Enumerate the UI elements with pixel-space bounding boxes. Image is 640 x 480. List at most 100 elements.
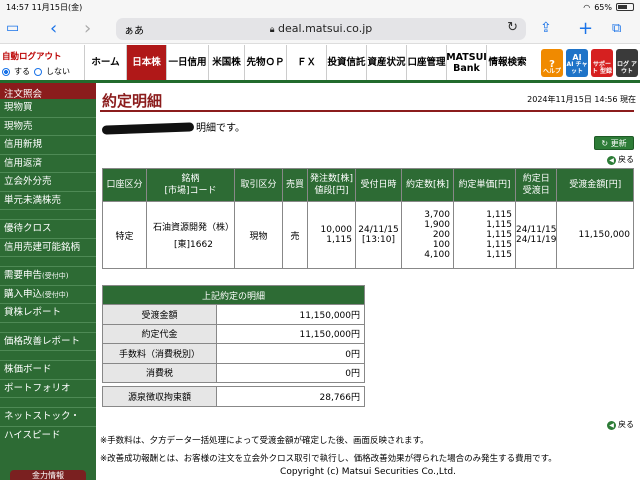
detail-value: 0円	[216, 343, 365, 364]
detail-value: 0円	[216, 362, 365, 383]
back-icon: ◀	[607, 421, 616, 430]
exec-date: 24/11/15	[516, 225, 557, 235]
sidebar-item[interactable]: 貸株レポート	[0, 304, 96, 323]
sidebar-item[interactable]: 信用新規	[0, 136, 96, 155]
ai-chat-icon[interactable]: AI AI チャット	[566, 49, 588, 77]
column-header: 約定日 受渡日	[514, 168, 558, 202]
detail-value: 11,150,000円	[216, 304, 365, 325]
detail-label: 源泉徴収拘束額	[102, 386, 217, 407]
address-bar[interactable]: ぁあ 🔒︎ deal.matsui.co.jp ↻	[116, 18, 526, 40]
exec-qty-line: 100	[432, 240, 450, 250]
column-header: 銘柄 [市場]コード	[146, 168, 235, 202]
sidebar-item[interactable]: ポートフォリオ	[0, 380, 96, 398]
back-arrow-icon[interactable]: ‹	[50, 17, 57, 39]
auto-logout-off-radio[interactable]	[34, 67, 42, 76]
sidebar-item[interactable]: 購入申込(受付中)	[0, 286, 96, 304]
main-content: 約定明細 2024年11月15日 14:56 現在 明細です。 ↻ 更新 ◀ 戻る…	[96, 83, 640, 480]
new-tab-icon[interactable]: +	[578, 17, 593, 39]
column-header: 受付日時	[355, 168, 402, 202]
tab-1[interactable]: 日本株	[126, 45, 166, 80]
note-item: ※改善成功報酬とは、お客様の注文を立会外クロス取引で執行し、価格改善効果が得られ…	[100, 454, 557, 464]
exec-price-line: 1,115	[486, 210, 512, 220]
tab-4[interactable]: 先物ＯＰ	[244, 45, 286, 80]
detail-label: 受渡金額	[102, 304, 217, 325]
title-underline	[100, 110, 634, 112]
sidebar-item-order-inquiry[interactable]: 注文照会	[0, 83, 96, 100]
column-header: 取引区分	[234, 168, 283, 202]
tab-6[interactable]: 投資信託	[326, 45, 366, 80]
sidebar-item[interactable]: 信用返済	[0, 155, 96, 173]
exec-price-line: 1,115	[486, 250, 512, 260]
table-row: 特定 石油資源開発（株） [東]1662 現物 売 10,000 1,115 2…	[102, 201, 634, 269]
notes: ※手数料は、夕方データ一括処理によって受渡金額が確定した後、画面反映されます。 …	[100, 432, 557, 468]
wifi-icon: ◠	[583, 2, 591, 12]
detail-row: 消費税 0円	[102, 362, 365, 383]
sidebar-item[interactable]: 優待クロス	[0, 220, 96, 239]
detail-header: 上記約定の明細	[102, 285, 365, 305]
detail-row: 手数料（消費税別） 0円	[102, 343, 365, 364]
sidebar-item[interactable]: ネットストック・	[0, 408, 96, 427]
tab-10[interactable]: 情報検索	[486, 45, 528, 80]
sidebar-item[interactable]: 株価ボード	[0, 361, 96, 380]
detail-row: 約定代金 11,150,000円	[102, 323, 365, 344]
column-header: 受渡金額[円]	[556, 168, 634, 202]
stock-name: 石油資源開発（株）	[153, 223, 235, 233]
sidebar-item[interactable]: ハイスピード	[0, 427, 96, 446]
sidebar-item[interactable]: 現物売	[0, 118, 96, 136]
auto-logout-on-radio[interactable]	[2, 67, 10, 76]
cell-received: 24/11/15 [13:10]	[355, 201, 402, 269]
logout-icon[interactable]: ログ アウト	[616, 49, 638, 77]
help-icon[interactable]: ? ヘルプ	[541, 49, 563, 77]
tabs-overview-icon[interactable]: ⧉	[612, 17, 621, 39]
sidebar-item[interactable]: 立会外分売	[0, 173, 96, 192]
refresh-button[interactable]: ↻ 更新	[594, 136, 634, 150]
tab-7[interactable]: 資産状況	[366, 45, 406, 80]
column-header: 口座区分	[102, 168, 147, 202]
site-nav: 自動ログアウト する しない ホーム 日本株 一日信用 米国株 先物ＯＰ ＦＸ 投資信託 資産…	[0, 45, 640, 83]
cell-side: 売	[282, 201, 308, 269]
exec-qty-line: 200	[432, 230, 450, 240]
auto-logout-off-label: しない	[46, 67, 70, 76]
sidebar-item[interactable]: 価格改善レポート	[0, 333, 96, 351]
exec-qty-line: 3,700	[424, 210, 450, 220]
reload-icon[interactable]: ↻	[507, 20, 518, 35]
as-of-datetime: 2024年11月15日 14:56 現在	[527, 95, 636, 104]
received-date: 24/11/15	[358, 225, 399, 235]
forward-arrow-icon[interactable]: ›	[84, 17, 91, 39]
settle-date: 24/11/19	[516, 235, 557, 245]
note-item: ※手数料は、夕方データ一括処理によって受渡金額が確定した後、画面反映されます。	[100, 436, 429, 446]
tab-9[interactable]: MATSUI Bank	[446, 45, 487, 80]
column-header: 発注数[株] 値段[円]	[307, 168, 356, 202]
sidebar-item[interactable]: 現物買	[0, 99, 96, 118]
cell-account: 特定	[102, 201, 147, 269]
auto-logout: 自動ログアウト する しない	[2, 50, 84, 77]
cell-exec-qty: 3,700 1,900 200 100 4,100	[401, 201, 454, 269]
support-icon[interactable]: サポート 型録	[591, 49, 613, 77]
column-header: 売買	[282, 168, 308, 202]
tab-8[interactable]: 口座管理	[406, 45, 446, 80]
sidebar: 注文照会 現物買 現物売 信用新規 信用返済 立会外分売 単元未満株売 優待クロス 信用売建可…	[0, 83, 96, 480]
sidebar-item[interactable]: 需要申告(受付中)	[0, 267, 96, 286]
exec-price-line: 1,115	[486, 230, 512, 240]
lock-icon: 🔒︎	[269, 25, 275, 35]
browser-toolbar: ▭ ‹ › ぁあ 🔒︎ deal.matsui.co.jp ↻ ⇪ + ⧉	[0, 14, 640, 44]
detail-row: 受渡金額 11,150,000円	[102, 304, 365, 325]
sidebar-toggle-icon[interactable]: ▭	[6, 17, 19, 39]
stock-code: [東]1662	[174, 240, 213, 250]
tab-0[interactable]: ホーム	[84, 45, 126, 80]
cell-stock: 石油資源開発（株） [東]1662	[146, 201, 235, 269]
tab-5[interactable]: ＦＸ	[286, 45, 326, 80]
detail-label: 手数料（消費税別）	[102, 343, 217, 364]
back-link-bottom[interactable]: ◀ 戻る	[607, 419, 634, 430]
tab-2[interactable]: 一日信用	[166, 45, 208, 80]
tab-3[interactable]: 米国株	[208, 45, 244, 80]
sidebar-bottom-tab[interactable]: 金力情報	[10, 470, 86, 480]
sidebar-item[interactable]: 単元未満株売	[0, 192, 96, 210]
cell-kind: 現物	[234, 201, 283, 269]
sidebar-item[interactable]: 信用売建可能銘柄	[0, 239, 96, 257]
info-message: 明細です。	[101, 119, 245, 135]
share-icon[interactable]: ⇪	[540, 17, 552, 39]
detail-value: 28,766円	[216, 386, 365, 407]
redacted-text	[101, 121, 195, 135]
back-link-top[interactable]: ◀ 戻る	[607, 154, 634, 165]
